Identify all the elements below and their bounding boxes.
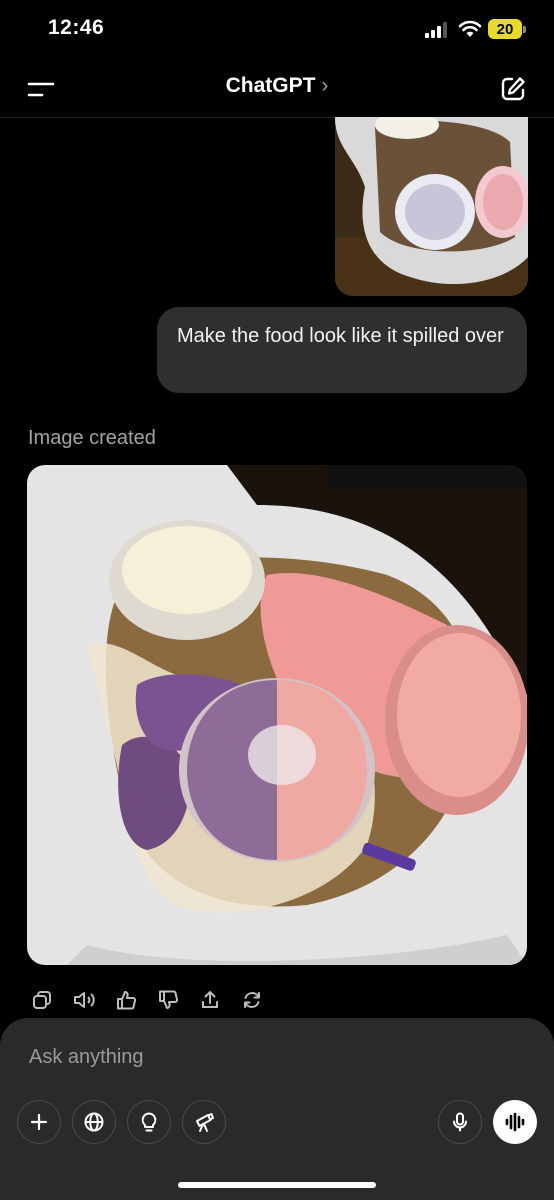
copy-icon[interactable] — [27, 985, 57, 1015]
lightbulb-icon[interactable] — [127, 1100, 171, 1144]
new-chat-icon[interactable] — [498, 74, 528, 104]
share-icon[interactable] — [195, 985, 225, 1015]
message-actions — [27, 985, 267, 1015]
generated-image[interactable] — [27, 465, 527, 965]
uploaded-photo[interactable] — [335, 117, 528, 296]
battery-indicator: 20 — [488, 19, 528, 41]
wifi-icon — [458, 20, 482, 37]
home-indicator — [178, 1182, 376, 1188]
status-time: 12:46 — [48, 16, 105, 39]
microphone-icon[interactable] — [438, 1100, 482, 1144]
page-title: ChatGPT — [225, 74, 316, 97]
chevron-right-icon: › — [321, 74, 329, 97]
model-switcher[interactable]: ChatGPT › — [0, 74, 554, 98]
cellular-signal-icon — [425, 22, 447, 38]
plus-icon[interactable] — [17, 1100, 61, 1144]
regenerate-icon[interactable] — [237, 985, 267, 1015]
telescope-icon[interactable] — [182, 1100, 226, 1144]
voice-mode-icon[interactable] — [493, 1100, 537, 1144]
battery-level: 20 — [488, 19, 522, 39]
thumbs-up-icon[interactable] — [111, 985, 141, 1015]
globe-icon[interactable] — [72, 1100, 116, 1144]
thumbs-down-icon[interactable] — [153, 985, 183, 1015]
read-aloud-icon[interactable] — [69, 985, 99, 1015]
image-created-label: Image created — [28, 427, 156, 449]
message-input[interactable]: Ask anything — [29, 1046, 144, 1069]
user-message: Make the food look like it spilled over — [157, 307, 527, 393]
